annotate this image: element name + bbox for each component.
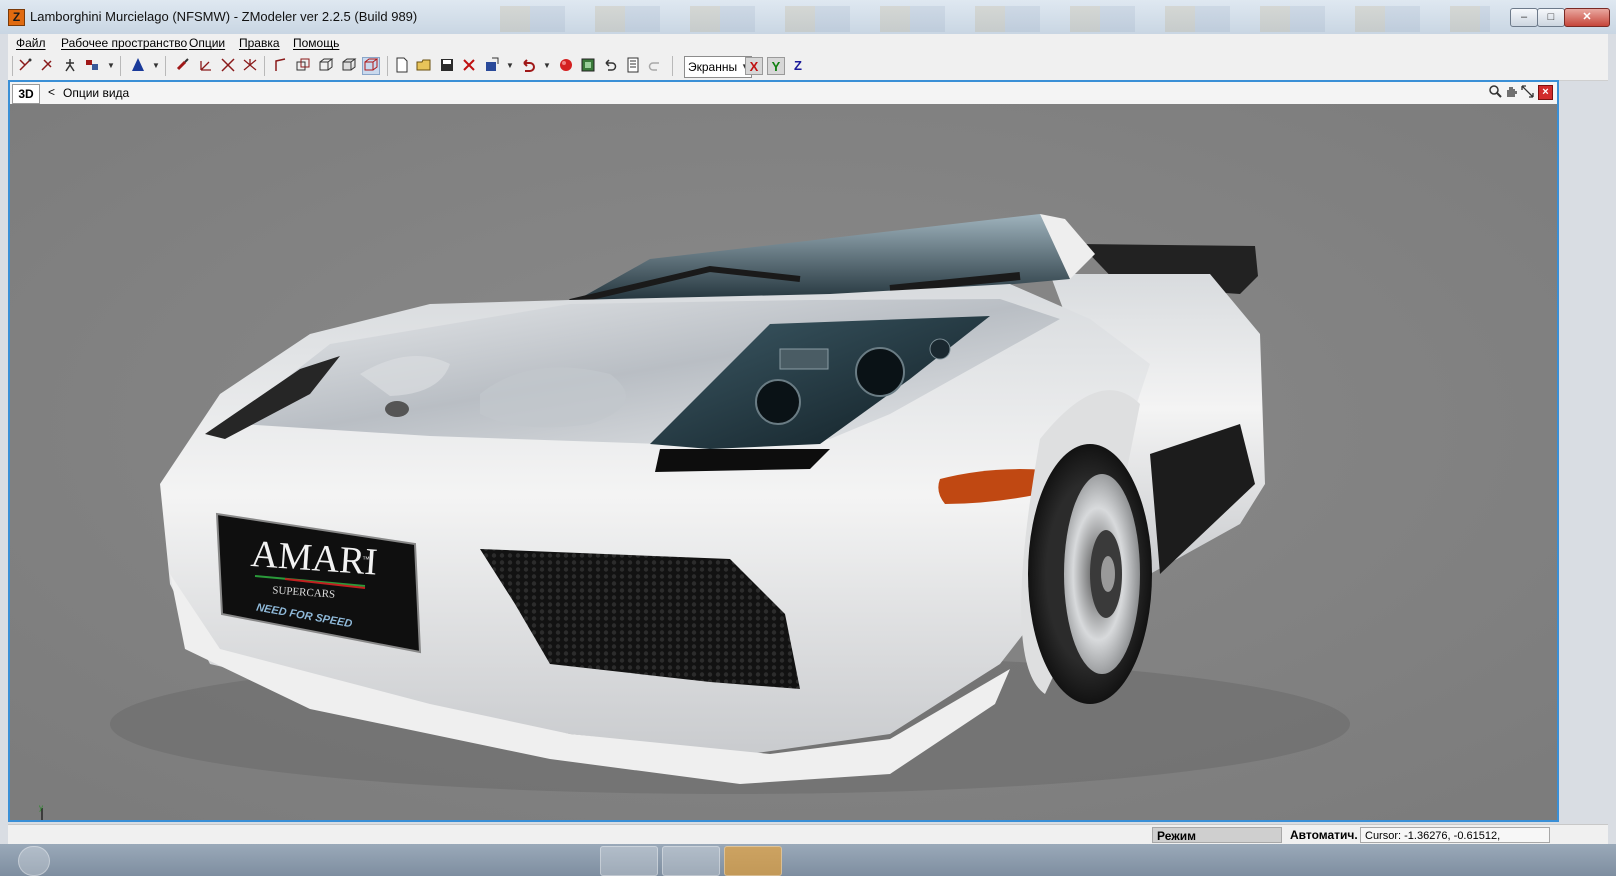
toolbar: ▼ ▼ ▼ ▼ Экранны ▼ X Y Z xyxy=(8,52,1608,81)
toolbar-separator xyxy=(672,56,673,76)
toolbar-separator xyxy=(12,56,13,76)
axis-move-icon[interactable] xyxy=(197,57,215,75)
material-editor-icon[interactable] xyxy=(579,57,597,75)
gizmo-y-label: y xyxy=(39,804,43,812)
viewport-mode-button[interactable]: 3D xyxy=(12,84,40,104)
viewport-scene[interactable]: AMARI ™ SUPERCARS NEED FOR SPEED y x z xyxy=(10,104,1557,820)
group-select-icon[interactable] xyxy=(83,57,101,75)
toolbar-separator xyxy=(120,56,121,76)
undo-stack-icon[interactable] xyxy=(520,57,538,75)
window-title: Lamborghini Murcielago (NFSMW) - ZModele… xyxy=(30,9,418,24)
viewport-3d[interactable]: 3D < Опции вида × AMARI ™ SUPERCARS NEED… xyxy=(8,80,1559,822)
taskbar-app-active[interactable] xyxy=(724,846,782,876)
maximize-button[interactable]: □ xyxy=(1537,8,1565,27)
box-object-icon[interactable] xyxy=(294,57,312,75)
toolbar-separator xyxy=(387,56,388,76)
bone-icon[interactable] xyxy=(61,57,79,75)
status-bar: Режим Выделенного Автоматич. Cursor: -1.… xyxy=(8,824,1608,859)
pick-tool-icon[interactable] xyxy=(174,57,192,75)
new-file-icon[interactable] xyxy=(393,57,411,75)
axis-z-toggle[interactable]: Z xyxy=(789,57,807,75)
cursor-coordinates: Cursor: -1.36276, -0.61512, -1.13602 xyxy=(1360,827,1550,858)
save-icon[interactable] xyxy=(438,57,456,75)
menu-edit[interactable]: Правка xyxy=(239,36,280,50)
maximize-viewport-icon[interactable] xyxy=(1520,85,1535,100)
pan-hand-icon[interactable] xyxy=(1504,85,1519,100)
car-render: AMARI ™ SUPERCARS NEED FOR SPEED xyxy=(10,104,1557,820)
menu-options[interactable]: Опции xyxy=(189,36,225,50)
dropdown-arrow-icon[interactable]: ▼ xyxy=(107,57,115,75)
taskbar-app[interactable] xyxy=(662,846,720,876)
app-icon: Z xyxy=(8,9,25,26)
viewport-header: 3D < Опции вида × xyxy=(10,82,1557,105)
axis-y-toggle[interactable]: Y xyxy=(767,57,785,75)
plate-tm-text: ™ xyxy=(362,555,370,564)
render-sphere-icon[interactable] xyxy=(557,57,575,75)
toolbar-separator xyxy=(165,56,166,76)
import-icon[interactable] xyxy=(483,57,501,75)
auto-mode-status[interactable]: Автоматич. xyxy=(1286,827,1358,843)
box-select-icon[interactable] xyxy=(362,57,380,75)
viewport-collapse-arrow[interactable]: < xyxy=(48,85,55,99)
taskbar-app[interactable] xyxy=(600,846,658,876)
select-edge-icon[interactable] xyxy=(38,57,56,75)
menu-file[interactable]: Файл xyxy=(16,36,46,50)
title-bar: Z Lamborghini Murcielago (NFSMW) - ZMode… xyxy=(0,0,1616,34)
coordinate-space-select[interactable]: Экранны ▼ xyxy=(684,56,752,78)
toolbar-separator xyxy=(264,56,265,76)
delete-icon[interactable] xyxy=(460,57,478,75)
zoom-icon[interactable] xyxy=(1488,85,1503,100)
minimize-button[interactable]: – xyxy=(1510,8,1538,27)
open-folder-icon[interactable] xyxy=(415,57,433,75)
menu-workspace[interactable]: Рабочее пространство xyxy=(61,36,187,50)
undo-icon[interactable] xyxy=(601,57,619,75)
title-bar-decoration xyxy=(470,6,1490,32)
dropdown-arrow-icon[interactable]: ▼ xyxy=(506,57,514,75)
scale-tool-icon[interactable] xyxy=(241,57,259,75)
axis-x-toggle[interactable]: X xyxy=(745,57,763,75)
os-taskbar xyxy=(0,844,1616,876)
create-vertex-icon[interactable] xyxy=(272,57,290,75)
view-options-link[interactable]: Опции вида xyxy=(63,86,129,100)
start-button[interactable] xyxy=(18,846,50,876)
close-viewport-icon[interactable]: × xyxy=(1538,85,1553,100)
coordinate-space-value: Экранны xyxy=(688,60,738,74)
dropdown-arrow-icon[interactable]: ▼ xyxy=(543,57,551,75)
menu-bar: Файл Рабочее пространство Опции Правка П… xyxy=(8,34,1608,53)
box-faces-icon[interactable] xyxy=(317,57,335,75)
dropdown-arrow-icon[interactable]: ▼ xyxy=(152,57,160,75)
axis-gizmo: y x z xyxy=(39,804,43,820)
rotate-tool-icon[interactable] xyxy=(219,57,237,75)
redo-icon[interactable] xyxy=(646,57,664,75)
select-vertex-icon[interactable] xyxy=(16,57,34,75)
menu-help[interactable]: Помощь xyxy=(293,36,339,50)
close-button[interactable]: ✕ xyxy=(1564,8,1610,27)
box-edges-icon[interactable] xyxy=(340,57,358,75)
properties-icon[interactable] xyxy=(624,57,642,75)
selection-mode-status[interactable]: Режим Выделенного xyxy=(1152,827,1282,859)
cone-icon[interactable] xyxy=(129,57,147,75)
plate-brand-text: AMARI xyxy=(250,533,379,584)
